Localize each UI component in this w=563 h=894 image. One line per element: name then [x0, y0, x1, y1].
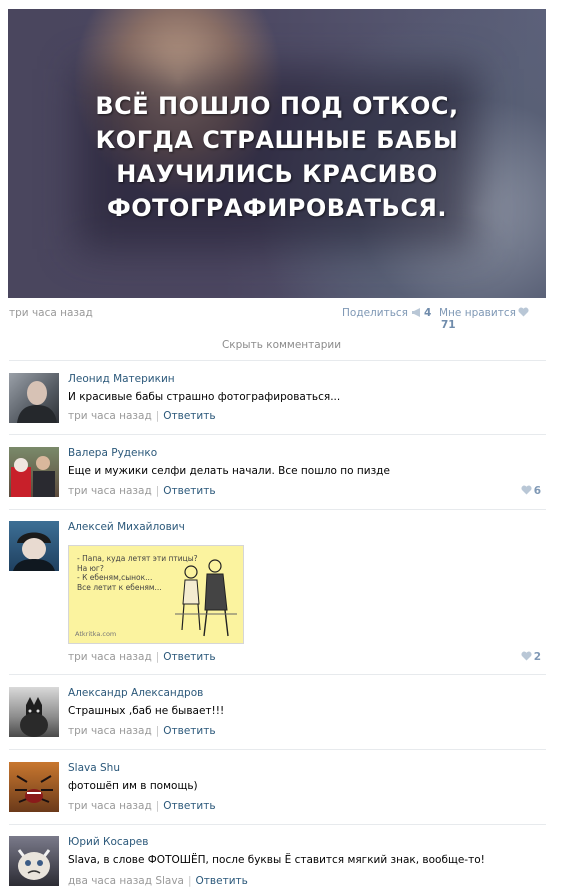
- comment-meta: два часа назад Slava | Ответить: [68, 875, 248, 887]
- heart-icon: [521, 651, 532, 661]
- comment-author[interactable]: Юрий Косарев: [68, 836, 148, 848]
- caption-line: ФОТОГРАФИРОВАТЬСЯ.: [106, 194, 448, 222]
- caption-line: НАУЧИЛИСЬ КРАСИВО: [116, 160, 438, 188]
- image-caption: ВСЁ ПОШЛО ПОД ОТКОС, КОГДА СТРАШНЫЕ БАБЫ…: [8, 89, 546, 225]
- share-count: 4: [423, 307, 432, 319]
- comment-time[interactable]: три часа назад: [68, 651, 152, 663]
- comment-author[interactable]: Slava Shu: [68, 762, 120, 774]
- reply-button[interactable]: Ответить: [163, 725, 215, 737]
- comment-meta: три часа назад | Ответить: [68, 800, 216, 812]
- post-image[interactable]: ВСЁ ПОШЛО ПОД ОТКОС, КОГДА СТРАШНЫЕ БАБЫ…: [8, 9, 546, 298]
- post-time[interactable]: три часа назад: [9, 307, 93, 319]
- comment-text: фотошёп им в помощь): [68, 780, 198, 792]
- attachment-illustration: [175, 559, 237, 637]
- divider: [9, 360, 546, 361]
- attachment-logo: Atkritka.com: [75, 630, 117, 638]
- like-button[interactable]: Мне нравится71: [439, 307, 539, 331]
- caption-line: ВСЁ ПОШЛО ПОД ОТКОС,: [95, 92, 459, 120]
- divider: [9, 434, 546, 435]
- caption-line: КОГДА СТРАШНЫЕ БАБЫ: [95, 126, 459, 154]
- comment-text: И красивые бабы страшно фотографироватьс…: [68, 391, 341, 403]
- comment-like-button[interactable]: 2: [521, 651, 541, 663]
- comment-meta: три часа назад | Ответить: [68, 725, 216, 737]
- avatar[interactable]: [9, 373, 59, 423]
- reply-button[interactable]: Ответить: [196, 875, 248, 887]
- like-label: Мне нравится: [439, 307, 516, 319]
- avatar[interactable]: [9, 762, 59, 812]
- avatar-portrait: [17, 849, 51, 880]
- meta-separator: |: [155, 725, 160, 737]
- comment-like-button[interactable]: 6: [521, 485, 541, 497]
- meta-separator: |: [155, 800, 160, 812]
- comment-text: Slava, в слове ФОТОШЁП, после буквы Ё ст…: [68, 854, 485, 866]
- reply-button[interactable]: Ответить: [163, 485, 215, 497]
- meta-separator: |: [155, 651, 160, 663]
- like-count: 71: [441, 319, 456, 331]
- comment-time[interactable]: два часа назад: [68, 875, 152, 887]
- comment-meta: три часа назад | Ответить: [68, 410, 216, 422]
- reply-button[interactable]: Ответить: [163, 410, 215, 422]
- comment-time[interactable]: три часа назад: [68, 800, 152, 812]
- comment-text: Еще и мужики селфи делать начали. Все по…: [68, 465, 390, 477]
- avatar[interactable]: [9, 687, 59, 737]
- heart-icon: [521, 485, 532, 495]
- avatar-portrait: [20, 697, 48, 737]
- comment-author[interactable]: Леонид Материкин: [68, 373, 175, 385]
- share-label: Поделиться: [342, 307, 408, 319]
- avatar-portrait: [15, 775, 53, 803]
- meta-separator: |: [155, 485, 160, 497]
- comment-time[interactable]: три часа назад: [68, 485, 152, 497]
- comment-attachment-image[interactable]: - Папа, куда летят эти птицы? На юг? - К…: [68, 545, 244, 644]
- divider: [9, 509, 546, 510]
- comment-time[interactable]: три часа назад: [68, 725, 152, 737]
- comment-meta: три часа назад | Ответить: [68, 485, 216, 497]
- reply-to-name[interactable]: Slava: [155, 875, 184, 887]
- share-button[interactable]: Поделиться 4: [342, 307, 431, 319]
- meta-separator: |: [155, 410, 160, 422]
- meta-separator: |: [188, 875, 192, 887]
- avatar-portrait: [17, 381, 57, 423]
- avatar-portrait: [13, 532, 55, 571]
- reply-button[interactable]: Ответить: [163, 651, 215, 663]
- comment-author[interactable]: Александр Александров: [68, 687, 203, 699]
- divider: [9, 749, 546, 750]
- comment-meta: три часа назад | Ответить: [68, 651, 216, 663]
- avatar[interactable]: [9, 836, 59, 886]
- comment-author[interactable]: Алексей Михайлович: [68, 521, 185, 533]
- reply-button[interactable]: Ответить: [163, 800, 215, 812]
- divider: [9, 674, 546, 675]
- comment-like-count: 6: [533, 485, 541, 497]
- comment-text: Страшных ,баб не бывает!!!: [68, 705, 225, 717]
- avatar[interactable]: [9, 521, 59, 571]
- divider: [9, 824, 546, 825]
- comment-time[interactable]: три часа назад: [68, 410, 152, 422]
- megaphone-icon: [411, 308, 420, 317]
- heart-icon: [518, 307, 529, 317]
- comment-author[interactable]: Валера Руденко: [68, 447, 157, 459]
- avatar-portrait: [11, 456, 55, 497]
- post-meta-row: три часа назад Поделиться 4 Мне нравится7…: [9, 307, 539, 331]
- hide-comments-link[interactable]: Скрыть комментарии: [0, 339, 563, 351]
- comment-like-count: 2: [533, 651, 541, 663]
- avatar[interactable]: [9, 447, 59, 497]
